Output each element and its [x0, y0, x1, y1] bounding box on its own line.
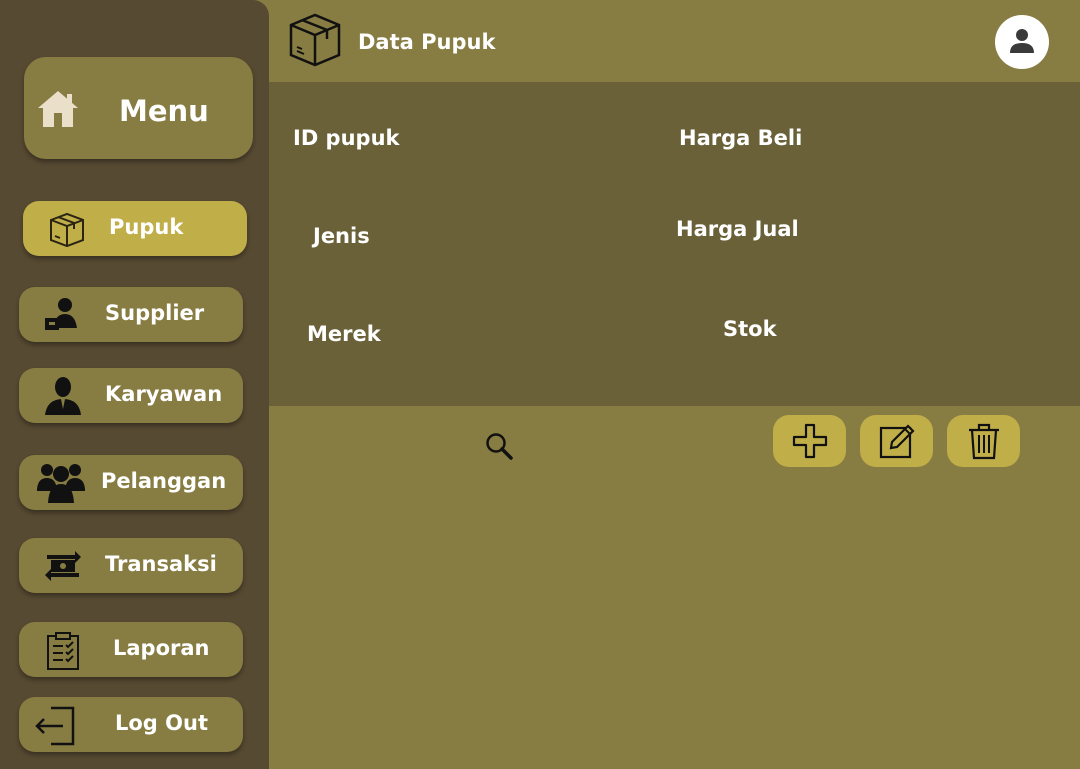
customers-icon: [37, 464, 85, 503]
harga-beli-label: Harga Beli: [679, 126, 803, 150]
clipboard-icon: [47, 632, 79, 670]
sidebar: Menu Pupuk Supplier Karyawan Pelanggan T…: [0, 0, 269, 769]
box-icon: [50, 212, 84, 248]
transaction-icon: [45, 551, 81, 581]
supplier-icon: [45, 298, 77, 330]
edit-icon: [879, 424, 915, 459]
menu-card: Menu: [24, 57, 253, 159]
home-icon: [38, 91, 78, 127]
nav-label: Laporan: [113, 636, 210, 660]
box-icon: [289, 13, 341, 67]
nav-label: Pupuk: [109, 215, 184, 239]
page-title: Data Pupuk: [358, 30, 496, 54]
menu-title: Menu: [119, 94, 209, 128]
logout-icon: [35, 706, 75, 746]
merek-label: Merek: [307, 322, 381, 346]
nav-item-karyawan[interactable]: Karyawan: [19, 368, 243, 423]
employee-icon: [45, 377, 81, 415]
add-button[interactable]: [773, 415, 846, 467]
delete-button[interactable]: [947, 415, 1020, 467]
search-icon[interactable]: [484, 431, 514, 461]
nav-label: Transaksi: [105, 552, 217, 576]
edit-button[interactable]: [860, 415, 933, 467]
nav-label: Supplier: [105, 301, 205, 325]
user-avatar[interactable]: [995, 15, 1049, 69]
nav-label: Pelanggan: [101, 469, 227, 493]
trash-icon: [969, 423, 999, 460]
nav-item-pupuk[interactable]: Pupuk: [23, 201, 247, 256]
header-bar: Data Pupuk: [269, 0, 1080, 82]
nav-label: Karyawan: [105, 382, 223, 406]
nav-label: Log Out: [115, 711, 208, 735]
nav-item-laporan[interactable]: Laporan: [19, 622, 243, 677]
nav-item-supplier[interactable]: Supplier: [19, 287, 243, 342]
user-icon: [1010, 29, 1034, 53]
id-pupuk-label: ID pupuk: [293, 126, 400, 150]
plus-icon: [792, 423, 828, 459]
nav-item-pelanggan[interactable]: Pelanggan: [19, 455, 243, 510]
harga-jual-label: Harga Jual: [676, 217, 799, 241]
stok-label: Stok: [723, 317, 777, 341]
nav-item-logout[interactable]: Log Out: [19, 697, 243, 752]
jenis-label: Jenis: [313, 224, 370, 248]
nav-item-transaksi[interactable]: Transaksi: [19, 538, 243, 593]
